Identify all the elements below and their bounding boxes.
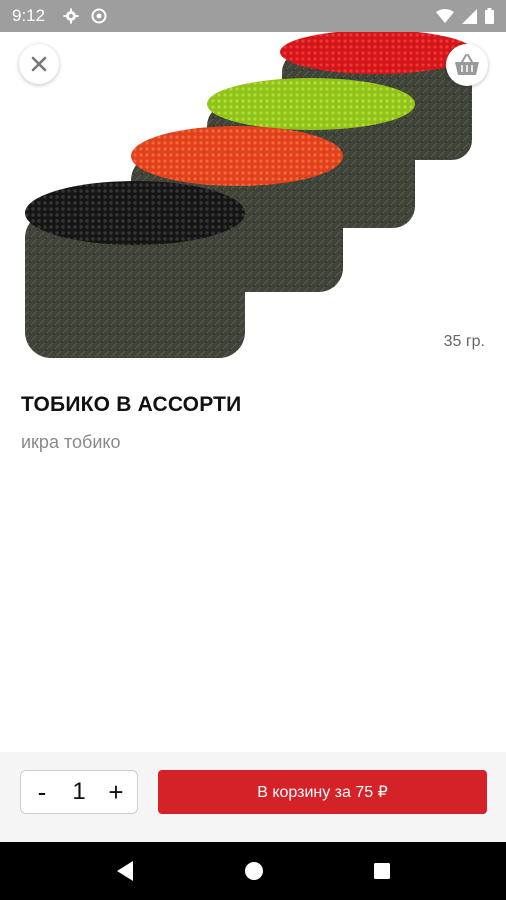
home-icon[interactable]: [244, 861, 264, 881]
tobiko-sushi-illustration: [25, 32, 474, 358]
status-right-icons: [436, 8, 494, 24]
status-time: 9:12: [12, 6, 46, 25]
do-not-disturb-icon: [91, 8, 107, 24]
black-tobiko-roll: [25, 181, 245, 358]
increment-button[interactable]: +: [105, 779, 127, 805]
signal-icon: [462, 8, 477, 24]
close-icon: [31, 56, 47, 72]
quantity-value: 1: [72, 778, 86, 805]
add-to-cart-button[interactable]: В корзину за 75 ₽: [158, 770, 487, 814]
basket-icon: [455, 54, 479, 75]
product-description: икра тобико: [21, 432, 121, 452]
system-nav-bar: [0, 842, 506, 900]
wifi-icon: [436, 9, 454, 23]
add-to-cart-label: В корзину за 75 ₽: [257, 784, 388, 801]
product-weight: 35 гр.: [443, 333, 485, 350]
decrement-button[interactable]: -: [31, 779, 53, 805]
product-title: ТОБИКО В АССОРТИ: [21, 393, 242, 416]
status-left-icons: [63, 8, 107, 24]
battery-icon: [485, 8, 494, 24]
close-button[interactable]: [19, 44, 59, 84]
recents-icon[interactable]: [373, 862, 391, 880]
back-icon[interactable]: [115, 860, 135, 882]
gear-icon: [63, 8, 79, 24]
quantity-stepper: - 1 +: [20, 770, 138, 814]
product-detail-screen: 9:12 35 гр. ТОБИКО В АССОРТИ икра тобико…: [0, 0, 506, 900]
status-bar: 9:12: [0, 0, 506, 32]
product-image: [0, 32, 506, 362]
cart-button[interactable]: [446, 44, 488, 86]
